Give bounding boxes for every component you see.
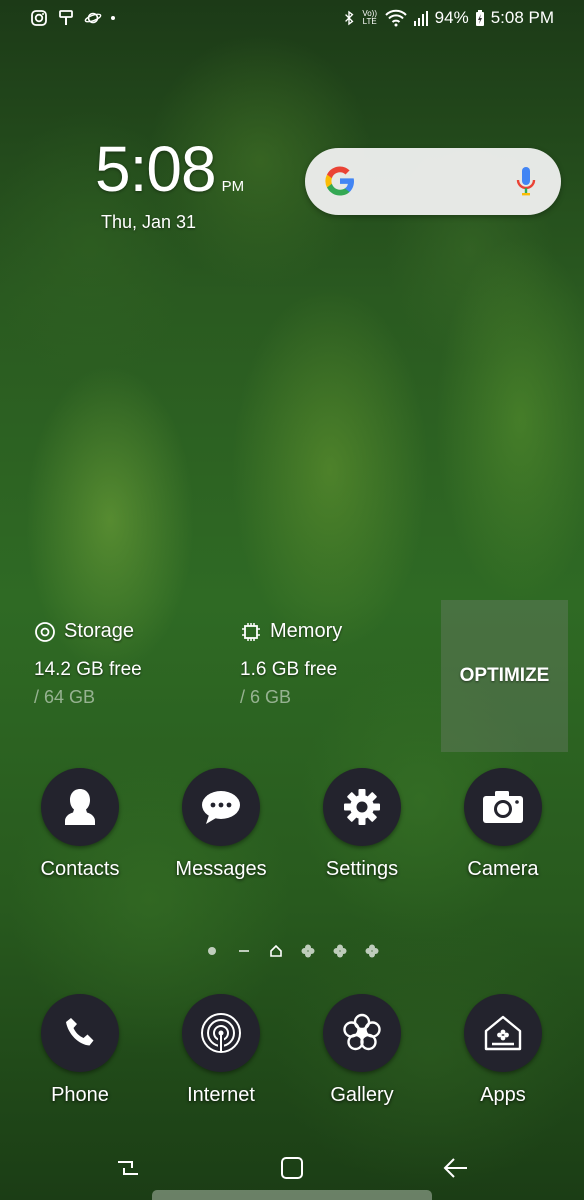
clock-ampm: PM (221, 178, 245, 195)
app-label: Internet (187, 1084, 255, 1106)
clock-widget[interactable]: 5:08 PM (95, 132, 244, 206)
app-label: Contacts (40, 858, 120, 880)
page-flower-icon[interactable] (365, 944, 379, 958)
storage-total: / 64 GB (34, 687, 96, 707)
app-label: Messages (175, 858, 267, 880)
storage-free: 14.2 GB free (34, 659, 142, 680)
dock-gallery[interactable]: Gallery (292, 994, 432, 1107)
clock-time: 5:08 (95, 133, 217, 205)
memory-free: 1.6 GB free (240, 659, 338, 680)
navigation-bar (0, 1136, 584, 1200)
signal-icon (413, 11, 428, 26)
app-label: Settings (325, 858, 399, 880)
memory-total: / 6 GB (240, 687, 292, 707)
home-page-icon[interactable] (269, 944, 283, 958)
person-icon (41, 768, 119, 846)
flower-icon (323, 994, 401, 1072)
dock-internet[interactable]: Internet (151, 994, 291, 1107)
back-icon[interactable] (436, 1148, 476, 1188)
mic-icon[interactable] (515, 166, 537, 198)
page-dash[interactable] (237, 944, 251, 958)
apps-home-icon (464, 994, 542, 1072)
app-settings[interactable]: Settings (292, 768, 432, 881)
optimize-button[interactable]: OPTIMIZE (441, 600, 568, 752)
page-flower-icon[interactable] (301, 944, 315, 958)
page-indicator (0, 944, 584, 958)
phone-icon (41, 994, 119, 1072)
status-time: 5:08 PM (490, 8, 554, 27)
system-icons: Vo)) LTE 94% 5:08 PM (343, 8, 554, 28)
battery-percent: 94% (434, 8, 469, 27)
volte-icon: Vo)) LTE (362, 9, 377, 26)
instagram-icon (31, 10, 47, 26)
hammer-icon (59, 10, 73, 25)
app-messages[interactable]: Messages (151, 768, 291, 881)
page-dot[interactable] (205, 944, 219, 958)
battery-charging-icon (475, 10, 484, 26)
device-care-widget[interactable]: Storage 14.2 GB free / 64 GB Memory 1.6 … (34, 620, 434, 730)
status-bar: Vo)) LTE 94% 5:08 PM (0, 0, 584, 36)
camera-icon (464, 768, 542, 846)
bluetooth-icon (344, 10, 354, 26)
app-label: Phone (51, 1084, 109, 1106)
recents-icon[interactable] (108, 1148, 148, 1188)
clock-date: Thu, Jan 31 (101, 212, 197, 232)
internet-icon (182, 994, 260, 1072)
home-icon[interactable] (272, 1148, 312, 1188)
dot-icon (111, 16, 115, 20)
planet-icon (84, 12, 102, 24)
home-handle[interactable] (152, 1190, 432, 1200)
storage-label: Storage (64, 620, 135, 642)
app-contacts[interactable]: Contacts (10, 768, 150, 881)
storage-section: Storage 14.2 GB free / 64 GB (34, 620, 142, 708)
page-flower-icon[interactable] (333, 944, 347, 958)
memory-chip-icon (242, 622, 260, 641)
app-camera[interactable]: Camera (433, 768, 573, 881)
app-label: Apps (480, 1084, 526, 1106)
wifi-icon (384, 9, 407, 27)
memory-label: Memory (270, 620, 343, 642)
dock-phone[interactable]: Phone (10, 994, 150, 1107)
app-label: Gallery (330, 1084, 394, 1106)
google-g-icon (325, 166, 354, 196)
gear-icon (323, 768, 401, 846)
dock-apps[interactable]: Apps (433, 994, 573, 1107)
google-search-bar[interactable] (305, 148, 561, 215)
chat-bubble-icon (182, 768, 260, 846)
notification-icons (30, 9, 115, 27)
memory-section: Memory 1.6 GB free / 6 GB (240, 620, 342, 708)
storage-icon (35, 621, 55, 642)
app-label: Camera (467, 858, 539, 880)
